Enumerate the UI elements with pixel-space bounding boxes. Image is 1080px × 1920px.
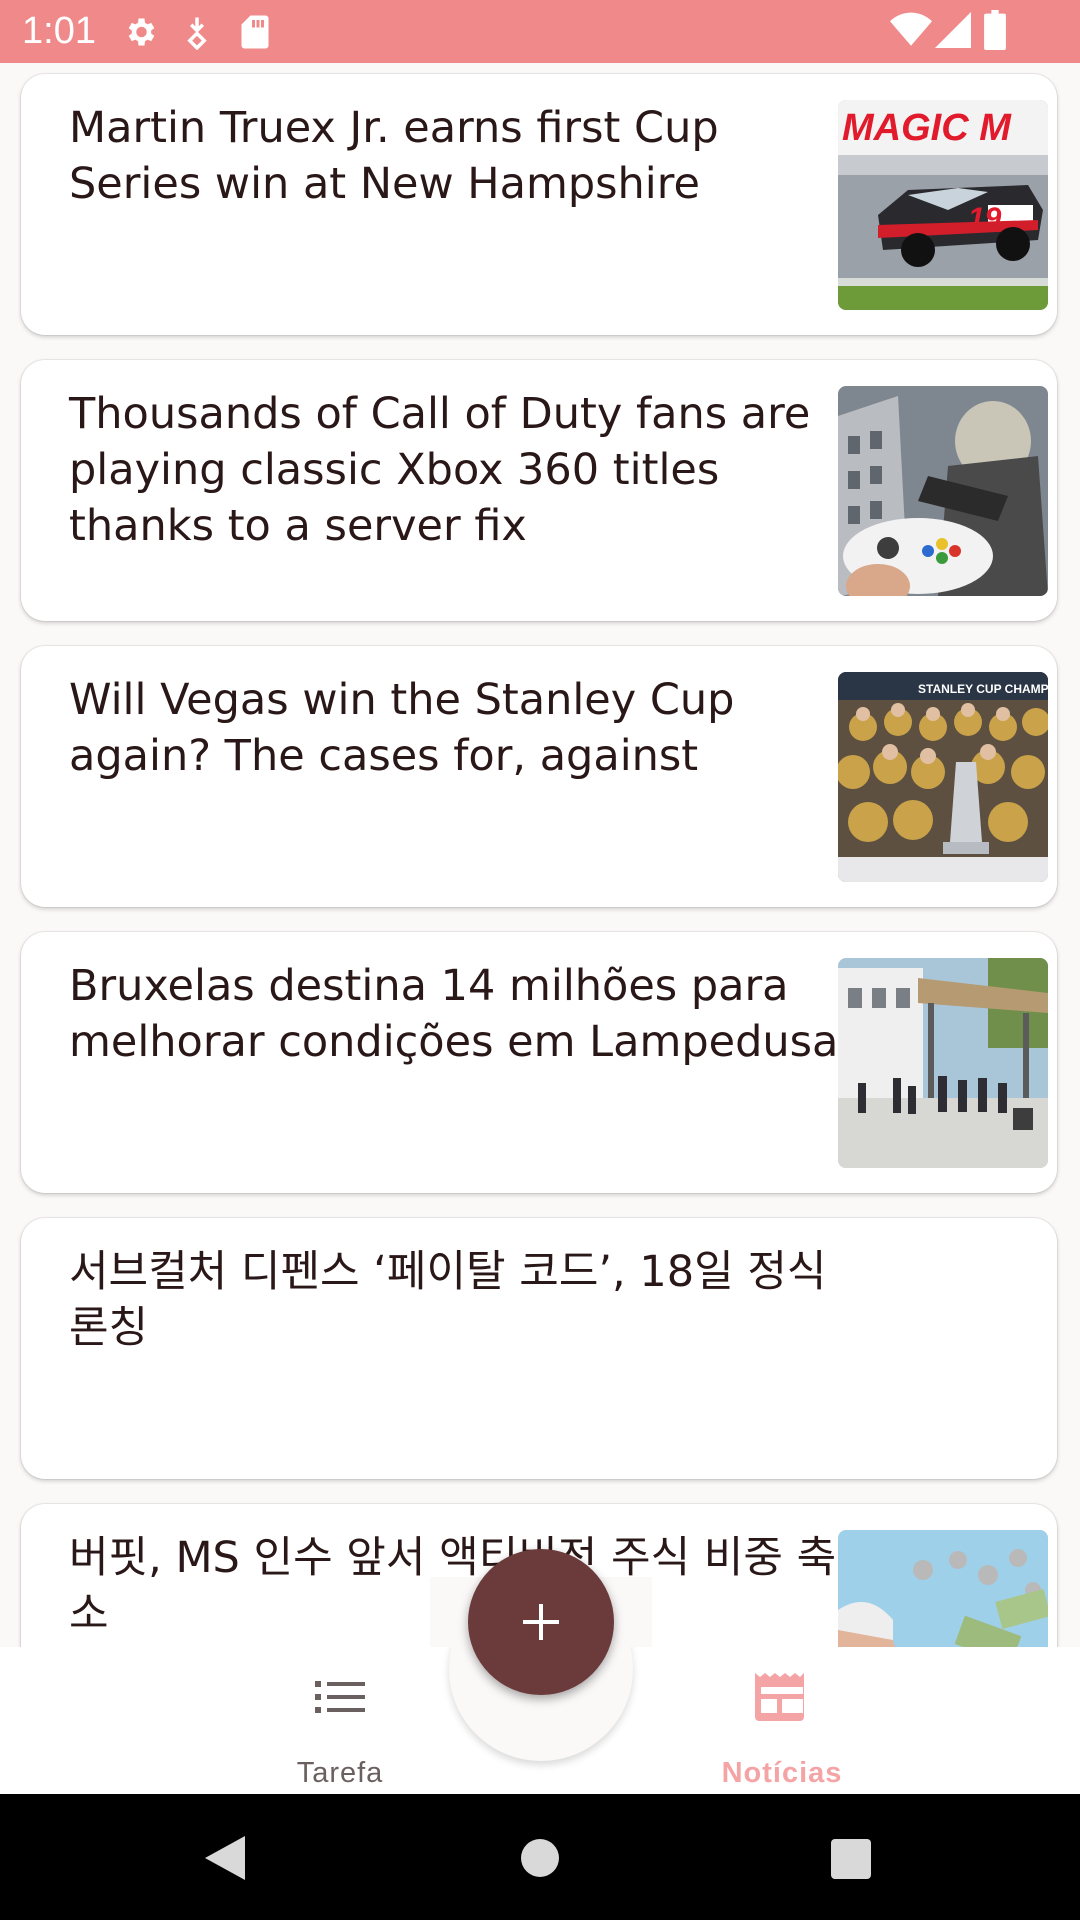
add-button[interactable] [468, 1549, 614, 1695]
news-title: Thousands of Call of Duty fans are playi… [69, 389, 811, 551]
news-card[interactable]: Thousands of Call of Duty fans are playi… [21, 360, 1057, 621]
sd-card-icon [240, 14, 270, 54]
thumbnail-text: STANLEY CUP CHAMPION [918, 682, 1048, 696]
settings-icon [122, 14, 158, 54]
recents-button[interactable] [831, 1839, 871, 1883]
news-thumbnail: STANLEY CUP CHAMPION [838, 672, 1048, 882]
news-feed[interactable]: Martin Truex Jr. earns first Cup Series … [0, 63, 1080, 1647]
battery-icon [984, 10, 1006, 54]
news-title: Will Vegas win the Stanley Cup again? Th… [69, 675, 735, 781]
news-card[interactable]: Bruxelas destina 14 milhões para melhora… [21, 932, 1057, 1193]
status-time: 1:01 [22, 10, 96, 52]
list-icon [315, 1677, 365, 1721]
news-card[interactable]: Will Vegas win the Stanley Cup again? Th… [21, 646, 1057, 907]
news-card[interactable]: 서브컬처 디펜스 ‘페이탈 코드’, 18일 정식 론칭 [21, 1218, 1057, 1479]
news-thumbnail [838, 1530, 1048, 1647]
thumbnail-text: MAGIC M [842, 107, 1012, 149]
nav-item-noticias[interactable]: Notícias [662, 1647, 902, 1794]
signal-icon [935, 12, 971, 52]
wifi-icon [890, 12, 932, 52]
news-title: Bruxelas destina 14 milhões para melhora… [69, 961, 839, 1067]
home-button[interactable] [520, 1838, 560, 1882]
back-button[interactable] [205, 1836, 245, 1884]
download-icon [184, 14, 210, 54]
news-title: Martin Truex Jr. earns first Cup Series … [69, 103, 719, 209]
nav-item-tarefa[interactable]: Tarefa [220, 1647, 460, 1794]
news-card[interactable]: Martin Truex Jr. earns first Cup Series … [21, 74, 1057, 335]
news-thumbnail [838, 386, 1048, 596]
nav-label: Tarefa [296, 1757, 384, 1789]
news-title: 서브컬처 디펜스 ‘페이탈 코드’, 18일 정식 론칭 [69, 1247, 827, 1353]
news-thumbnail [838, 958, 1048, 1168]
plus-icon [521, 1602, 561, 1646]
nav-label: Notícias [721, 1757, 843, 1789]
newspaper-icon [755, 1673, 809, 1725]
status-bar: 1:01 [0, 0, 1080, 63]
system-navigation-bar [0, 1794, 1080, 1920]
news-thumbnail: MAGIC M 19 [838, 100, 1048, 310]
